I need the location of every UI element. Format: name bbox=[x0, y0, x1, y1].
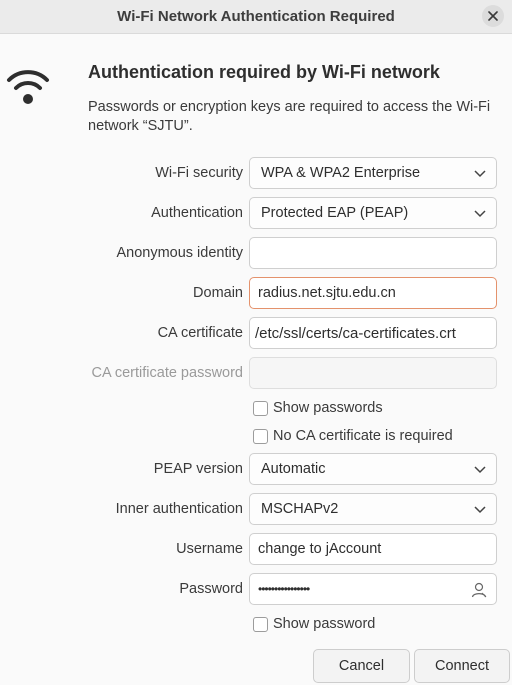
show-password-label[interactable]: Show password bbox=[273, 616, 375, 632]
ca-certificate-password-row: CA certificate password bbox=[0, 357, 512, 391]
ca-certificate-password-input bbox=[249, 357, 497, 389]
chevron-down-icon bbox=[474, 506, 486, 514]
ca-certificate-password-label: CA certificate password bbox=[91, 365, 243, 381]
authentication-label: Authentication bbox=[151, 205, 243, 221]
ca-certificate-label: CA certificate bbox=[157, 325, 243, 341]
domain-label: Domain bbox=[193, 285, 243, 301]
authentication-dropdown[interactable]: Protected EAP (PEAP) bbox=[249, 197, 497, 229]
ca-certificate-row: CA certificate /etc/ssl/certs/ca-certifi… bbox=[0, 317, 512, 351]
cancel-button[interactable]: Cancel bbox=[313, 649, 410, 683]
authentication-value: Protected EAP (PEAP) bbox=[261, 205, 409, 221]
user-icon[interactable] bbox=[470, 581, 488, 599]
wifi-security-value: WPA & WPA2 Enterprise bbox=[261, 165, 421, 181]
show-passwords-checkbox[interactable] bbox=[253, 401, 268, 416]
anonymous-identity-label: Anonymous identity bbox=[116, 245, 243, 261]
password-label: Password bbox=[179, 581, 243, 597]
no-ca-required-checkbox[interactable] bbox=[253, 429, 268, 444]
show-passwords-label[interactable]: Show passwords bbox=[273, 400, 383, 416]
inner-auth-row: Inner authentication MSCHAPv2 bbox=[0, 493, 512, 527]
title-bar: Wi-Fi Network Authentication Required bbox=[0, 0, 512, 34]
username-value: change to jAccount bbox=[258, 541, 382, 557]
username-row: Username change to jAccount bbox=[0, 533, 512, 567]
username-label: Username bbox=[176, 541, 243, 557]
window-title: Wi-Fi Network Authentication Required bbox=[117, 8, 395, 25]
peap-version-value: Automatic bbox=[261, 461, 326, 477]
dialog-description: Passwords or encryption keys are require… bbox=[88, 99, 491, 134]
wifi-security-row: Wi-Fi security WPA & WPA2 Enterprise bbox=[0, 157, 512, 191]
username-input[interactable]: change to jAccount bbox=[249, 533, 497, 565]
show-password-checkbox[interactable] bbox=[253, 617, 268, 632]
no-ca-required-label[interactable]: No CA certificate is required bbox=[273, 428, 453, 444]
domain-input[interactable]: radius.net.sjtu.edu.cn bbox=[249, 277, 497, 309]
chevron-down-icon bbox=[474, 466, 486, 474]
anonymous-identity-input[interactable] bbox=[249, 237, 497, 269]
inner-auth-dropdown[interactable]: MSCHAPv2 bbox=[249, 493, 497, 525]
connect-button[interactable]: Connect bbox=[414, 649, 510, 683]
peap-version-row: PEAP version Automatic bbox=[0, 453, 512, 487]
domain-row: Domain radius.net.sjtu.edu.cn bbox=[0, 277, 512, 311]
domain-value: radius.net.sjtu.edu.cn bbox=[258, 285, 396, 301]
password-input[interactable]: •••••••••••••••• bbox=[249, 573, 497, 605]
authentication-row: Authentication Protected EAP (PEAP) bbox=[0, 197, 512, 231]
close-button[interactable] bbox=[482, 5, 504, 27]
close-icon bbox=[488, 11, 498, 21]
password-row: Password •••••••••••••••• bbox=[0, 573, 512, 607]
wifi-security-dropdown[interactable]: WPA & WPA2 Enterprise bbox=[249, 157, 497, 189]
ca-certificate-value: /etc/ssl/certs/ca-certificates.crt bbox=[255, 325, 456, 342]
chevron-down-icon bbox=[474, 170, 486, 178]
ca-certificate-input[interactable]: /etc/ssl/certs/ca-certificates.crt bbox=[249, 317, 497, 349]
wifi-security-label: Wi-Fi security bbox=[155, 165, 243, 181]
wifi-icon bbox=[7, 70, 49, 104]
chevron-down-icon bbox=[474, 210, 486, 218]
dialog-heading: Authentication required by Wi-Fi network bbox=[88, 62, 440, 82]
password-value: •••••••••••••••• bbox=[258, 582, 310, 596]
anonymous-identity-row: Anonymous identity bbox=[0, 237, 512, 271]
peap-version-dropdown[interactable]: Automatic bbox=[249, 453, 497, 485]
inner-auth-label: Inner authentication bbox=[115, 501, 243, 517]
peap-version-label: PEAP version bbox=[153, 461, 243, 477]
inner-auth-value: MSCHAPv2 bbox=[261, 501, 339, 517]
